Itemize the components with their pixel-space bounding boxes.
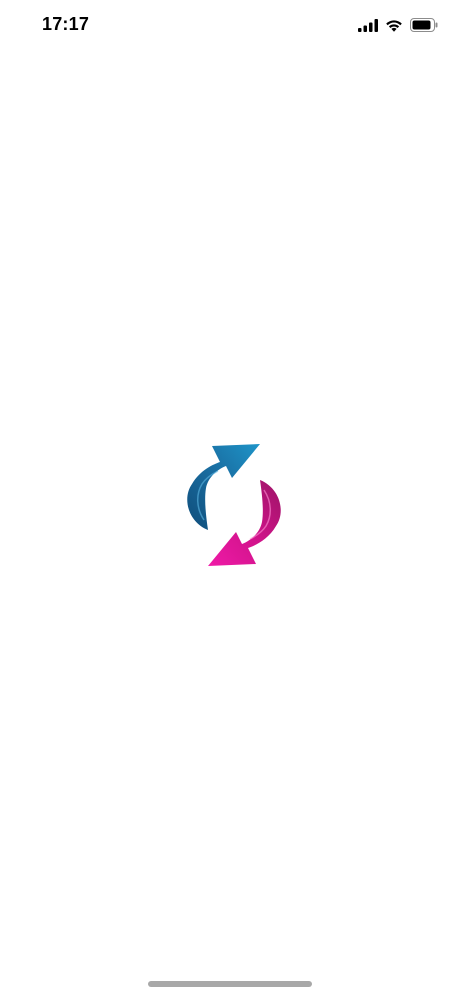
- status-time: 17:17: [42, 14, 90, 34]
- wifi-icon: [385, 19, 403, 32]
- battery-icon: [410, 18, 438, 32]
- status-icons: [358, 16, 438, 34]
- status-bar: 17:17: [0, 0, 460, 52]
- splash-screen: 17:17: [0, 0, 460, 996]
- arrow-top: [187, 444, 260, 530]
- sync-arrows-icon: [178, 436, 290, 574]
- cellular-signal-icon: [358, 18, 378, 32]
- home-indicator[interactable]: [148, 981, 312, 987]
- arrow-bottom: [208, 480, 281, 566]
